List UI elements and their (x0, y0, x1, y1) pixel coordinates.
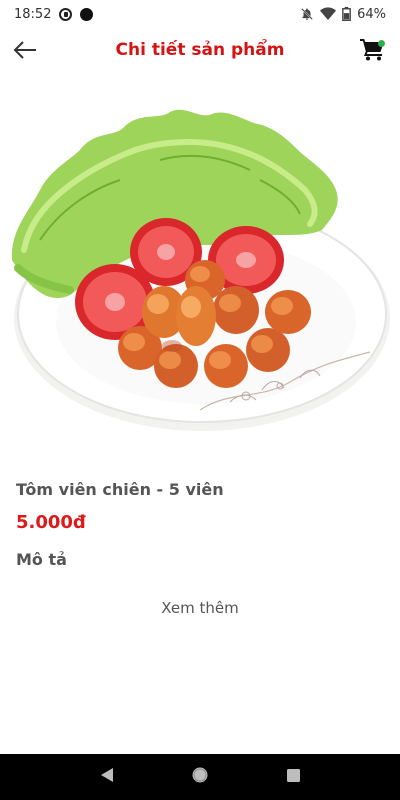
home-circle-icon (191, 766, 209, 788)
system-nav-bar (0, 754, 400, 800)
nav-home-button[interactable] (185, 762, 215, 792)
nav-recents-button[interactable] (278, 762, 308, 792)
battery-icon (342, 7, 351, 21)
nav-back-button[interactable] (92, 762, 122, 792)
wifi-icon (320, 7, 337, 21)
product-name: Tôm viên chiên - 5 viên (16, 480, 224, 499)
back-triangle-icon (100, 767, 114, 787)
see-more-button[interactable]: Xem thêm (0, 599, 400, 617)
product-price: 5.000đ (16, 512, 86, 533)
page-title: Chi tiết sản phẩm (115, 40, 285, 60)
cart-button[interactable] (358, 38, 386, 66)
p-circle-icon (59, 7, 73, 21)
status-bar: 18:52 64% (0, 0, 400, 28)
dot-icon (80, 7, 94, 21)
description-label: Mô tả (16, 550, 67, 569)
cart-badge (378, 40, 385, 47)
recents-square-icon (286, 768, 301, 787)
battery-percent: 64% (357, 6, 386, 22)
bell-off-icon (300, 7, 314, 21)
status-time: 18:52 (14, 6, 52, 22)
app-bar: Chi tiết sản phẩm (0, 28, 400, 76)
product-image (0, 90, 400, 450)
